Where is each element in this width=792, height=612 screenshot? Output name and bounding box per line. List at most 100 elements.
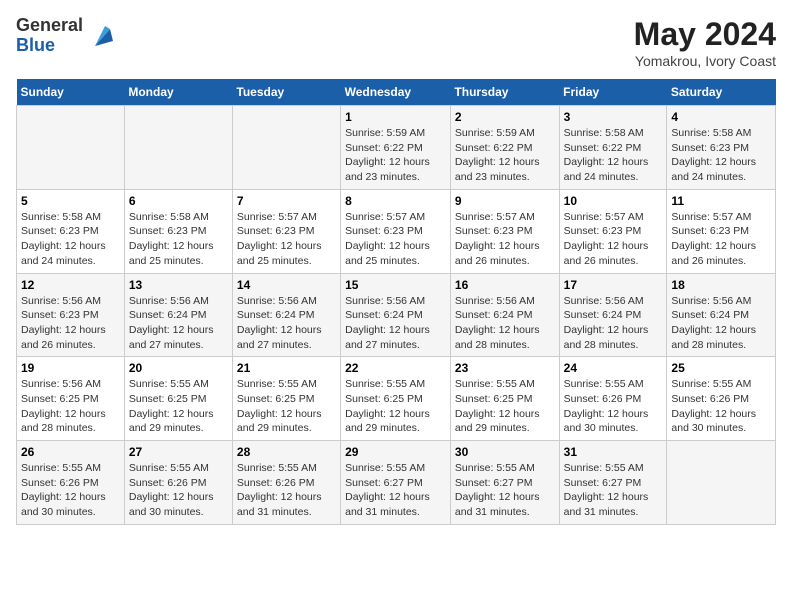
day-number: 20 (129, 361, 228, 375)
calendar-cell (124, 106, 232, 190)
calendar-day-header: Thursday (450, 79, 559, 106)
day-info: Sunrise: 5:55 AM Sunset: 6:26 PM Dayligh… (564, 377, 663, 436)
day-number: 27 (129, 445, 228, 459)
day-number: 7 (237, 194, 336, 208)
calendar-cell: 3 Sunrise: 5:58 AM Sunset: 6:22 PM Daylig… (559, 106, 667, 190)
day-number: 16 (455, 278, 555, 292)
day-info: Sunrise: 5:56 AM Sunset: 6:24 PM Dayligh… (564, 294, 663, 353)
calendar-cell: 11Sunrise: 5:57 AM Sunset: 6:23 PM Dayli… (667, 189, 776, 273)
day-number: 22 (345, 361, 446, 375)
day-number: 26 (21, 445, 120, 459)
calendar-cell: 23 Sunrise: 5:55 AM Sunset: 6:25 PM Dayli… (450, 357, 559, 441)
day-number: 19 (21, 361, 120, 375)
day-info: Sunrise: 5:55 AM Sunset: 6:26 PM Dayligh… (671, 377, 771, 436)
calendar-day-header: Sunday (17, 79, 125, 106)
calendar-cell: 2Sunrise: 5:59 AM Sunset: 6:22 PM Daylig… (450, 106, 559, 190)
calendar-week-row: 1Sunrise: 5:59 AM Sunset: 6:22 PM Daylig… (17, 106, 776, 190)
logo-blue: Blue (16, 36, 83, 56)
day-info: Sunrise: 5:57 AM Sunset: 6:23 PM Dayligh… (237, 210, 336, 269)
day-number: 8 (345, 194, 446, 208)
day-number: 24 (564, 361, 663, 375)
calendar-cell: 9 Sunrise: 5:57 AM Sunset: 6:23 PM Daylig… (450, 189, 559, 273)
calendar-cell: 26Sunrise: 5:55 AM Sunset: 6:26 PM Dayli… (17, 441, 125, 525)
calendar-cell: 20 Sunrise: 5:55 AM Sunset: 6:25 PM Dayli… (124, 357, 232, 441)
calendar-day-header: Friday (559, 79, 667, 106)
day-info: Sunrise: 5:56 AM Sunset: 6:24 PM Dayligh… (455, 294, 555, 353)
day-info: Sunrise: 5:55 AM Sunset: 6:25 PM Dayligh… (345, 377, 446, 436)
day-info: Sunrise: 5:56 AM Sunset: 6:23 PM Dayligh… (21, 294, 120, 353)
calendar-cell: 1Sunrise: 5:59 AM Sunset: 6:22 PM Daylig… (341, 106, 451, 190)
calendar-table: SundayMondayTuesdayWednesdayThursdayFrid… (16, 79, 776, 525)
calendar-cell: 6 Sunrise: 5:58 AM Sunset: 6:23 PM Daylig… (124, 189, 232, 273)
title-block: May 2024 Yomakrou, Ivory Coast (634, 16, 776, 69)
page-header: General Blue May 2024 Yomakrou, Ivory Co… (16, 16, 776, 69)
day-number: 13 (129, 278, 228, 292)
logo-text: General Blue (16, 16, 83, 56)
logo-general: General (16, 16, 83, 36)
calendar-cell: 24 Sunrise: 5:55 AM Sunset: 6:26 PM Dayli… (559, 357, 667, 441)
calendar-week-row: 12 Sunrise: 5:56 AM Sunset: 6:23 PM Dayli… (17, 273, 776, 357)
calendar-cell: 29 Sunrise: 5:55 AM Sunset: 6:27 PM Dayli… (341, 441, 451, 525)
day-number: 15 (345, 278, 446, 292)
day-info: Sunrise: 5:55 AM Sunset: 6:25 PM Dayligh… (455, 377, 555, 436)
day-info: Sunrise: 5:58 AM Sunset: 6:23 PM Dayligh… (671, 126, 771, 185)
calendar-week-row: 26Sunrise: 5:55 AM Sunset: 6:26 PM Dayli… (17, 441, 776, 525)
day-info: Sunrise: 5:55 AM Sunset: 6:27 PM Dayligh… (345, 461, 446, 520)
subtitle: Yomakrou, Ivory Coast (634, 53, 776, 69)
calendar-cell: 5 Sunrise: 5:58 AM Sunset: 6:23 PM Daylig… (17, 189, 125, 273)
calendar-week-row: 5 Sunrise: 5:58 AM Sunset: 6:23 PM Daylig… (17, 189, 776, 273)
day-number: 30 (455, 445, 555, 459)
calendar-cell: 21 Sunrise: 5:55 AM Sunset: 6:25 PM Dayli… (232, 357, 340, 441)
day-info: Sunrise: 5:56 AM Sunset: 6:24 PM Dayligh… (345, 294, 446, 353)
calendar-cell: 22 Sunrise: 5:55 AM Sunset: 6:25 PM Dayli… (341, 357, 451, 441)
day-info: Sunrise: 5:57 AM Sunset: 6:23 PM Dayligh… (345, 210, 446, 269)
day-number: 23 (455, 361, 555, 375)
day-number: 2 (455, 110, 555, 124)
day-info: Sunrise: 5:56 AM Sunset: 6:24 PM Dayligh… (237, 294, 336, 353)
day-number: 21 (237, 361, 336, 375)
day-info: Sunrise: 5:57 AM Sunset: 6:23 PM Dayligh… (564, 210, 663, 269)
calendar-cell: 30 Sunrise: 5:55 AM Sunset: 6:27 PM Dayli… (450, 441, 559, 525)
day-info: Sunrise: 5:56 AM Sunset: 6:24 PM Dayligh… (671, 294, 771, 353)
day-number: 18 (671, 278, 771, 292)
calendar-day-header: Saturday (667, 79, 776, 106)
day-number: 5 (21, 194, 120, 208)
day-number: 10 (564, 194, 663, 208)
day-number: 29 (345, 445, 446, 459)
calendar-cell (232, 106, 340, 190)
day-number: 14 (237, 278, 336, 292)
calendar-cell: 17Sunrise: 5:56 AM Sunset: 6:24 PM Dayli… (559, 273, 667, 357)
day-number: 31 (564, 445, 663, 459)
day-info: Sunrise: 5:58 AM Sunset: 6:23 PM Dayligh… (21, 210, 120, 269)
calendar-cell: 12 Sunrise: 5:56 AM Sunset: 6:23 PM Dayli… (17, 273, 125, 357)
calendar-cell: 31 Sunrise: 5:55 AM Sunset: 6:27 PM Dayli… (559, 441, 667, 525)
day-number: 3 (564, 110, 663, 124)
calendar-day-header: Wednesday (341, 79, 451, 106)
calendar-cell: 10 Sunrise: 5:57 AM Sunset: 6:23 PM Dayli… (559, 189, 667, 273)
day-info: Sunrise: 5:58 AM Sunset: 6:22 PM Dayligh… (564, 126, 663, 185)
calendar-cell: 27Sunrise: 5:55 AM Sunset: 6:26 PM Dayli… (124, 441, 232, 525)
day-number: 6 (129, 194, 228, 208)
day-number: 4 (671, 110, 771, 124)
calendar-day-header: Monday (124, 79, 232, 106)
day-number: 9 (455, 194, 555, 208)
day-info: Sunrise: 5:55 AM Sunset: 6:27 PM Dayligh… (455, 461, 555, 520)
day-number: 25 (671, 361, 771, 375)
day-info: Sunrise: 5:56 AM Sunset: 6:24 PM Dayligh… (129, 294, 228, 353)
day-info: Sunrise: 5:58 AM Sunset: 6:23 PM Dayligh… (129, 210, 228, 269)
day-info: Sunrise: 5:55 AM Sunset: 6:27 PM Dayligh… (564, 461, 663, 520)
calendar-cell: 13 Sunrise: 5:56 AM Sunset: 6:24 PM Dayli… (124, 273, 232, 357)
logo: General Blue (16, 16, 115, 56)
calendar-cell: 18 Sunrise: 5:56 AM Sunset: 6:24 PM Dayli… (667, 273, 776, 357)
day-info: Sunrise: 5:57 AM Sunset: 6:23 PM Dayligh… (455, 210, 555, 269)
day-info: Sunrise: 5:55 AM Sunset: 6:25 PM Dayligh… (237, 377, 336, 436)
day-info: Sunrise: 5:59 AM Sunset: 6:22 PM Dayligh… (345, 126, 446, 185)
calendar-cell (667, 441, 776, 525)
calendar-cell: 7 Sunrise: 5:57 AM Sunset: 6:23 PM Daylig… (232, 189, 340, 273)
main-title: May 2024 (634, 16, 776, 53)
calendar-cell: 4 Sunrise: 5:58 AM Sunset: 6:23 PM Daylig… (667, 106, 776, 190)
calendar-cell: 16 Sunrise: 5:56 AM Sunset: 6:24 PM Dayli… (450, 273, 559, 357)
calendar-week-row: 19Sunrise: 5:56 AM Sunset: 6:25 PM Dayli… (17, 357, 776, 441)
day-info: Sunrise: 5:55 AM Sunset: 6:25 PM Dayligh… (129, 377, 228, 436)
day-number: 12 (21, 278, 120, 292)
